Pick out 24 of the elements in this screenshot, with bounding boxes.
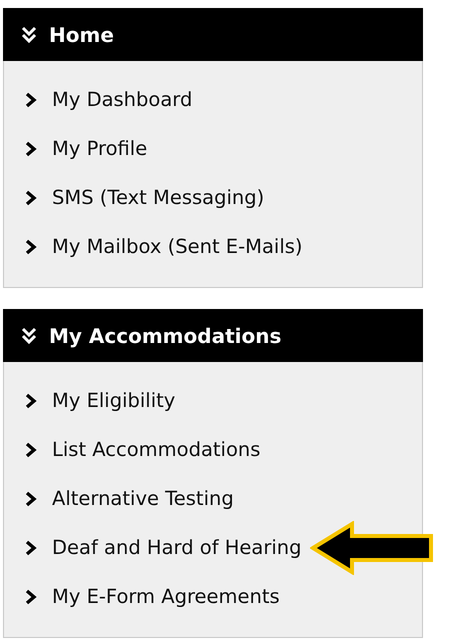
- chevron-right-icon: [24, 442, 38, 458]
- menu-link[interactable]: My E-Form Agreements: [52, 585, 280, 608]
- menu-link[interactable]: Deaf and Hard of Hearing: [52, 536, 302, 559]
- chevron-right-icon: [24, 190, 38, 206]
- chevron-right-icon: [24, 140, 38, 156]
- chevron-right-icon: [24, 540, 38, 556]
- section-header[interactable]: My Accommodations: [3, 309, 423, 362]
- menu-link[interactable]: SMS (Text Messaging): [52, 186, 264, 209]
- double-chevron-down-icon: [21, 26, 37, 44]
- menu-link[interactable]: Alternative Testing: [52, 487, 234, 510]
- chevron-right-icon: [24, 490, 38, 506]
- menu-link[interactable]: My Mailbox (Sent E-Mails): [52, 235, 303, 258]
- chevron-right-icon: [24, 392, 38, 408]
- menu-link[interactable]: My Dashboard: [52, 88, 192, 111]
- chevron-right-icon: [24, 92, 38, 108]
- menu-link[interactable]: List Accommodations: [52, 438, 260, 461]
- double-chevron-down-icon: [21, 326, 37, 344]
- section-header[interactable]: Home: [3, 8, 423, 61]
- section-title: My Accommodations: [49, 324, 282, 348]
- section-title: Home: [49, 22, 114, 46]
- chevron-right-icon: [24, 588, 38, 604]
- menu-link[interactable]: My Profile: [52, 137, 148, 160]
- chevron-right-icon: [24, 238, 38, 254]
- menu-link[interactable]: My Eligibility: [52, 389, 176, 412]
